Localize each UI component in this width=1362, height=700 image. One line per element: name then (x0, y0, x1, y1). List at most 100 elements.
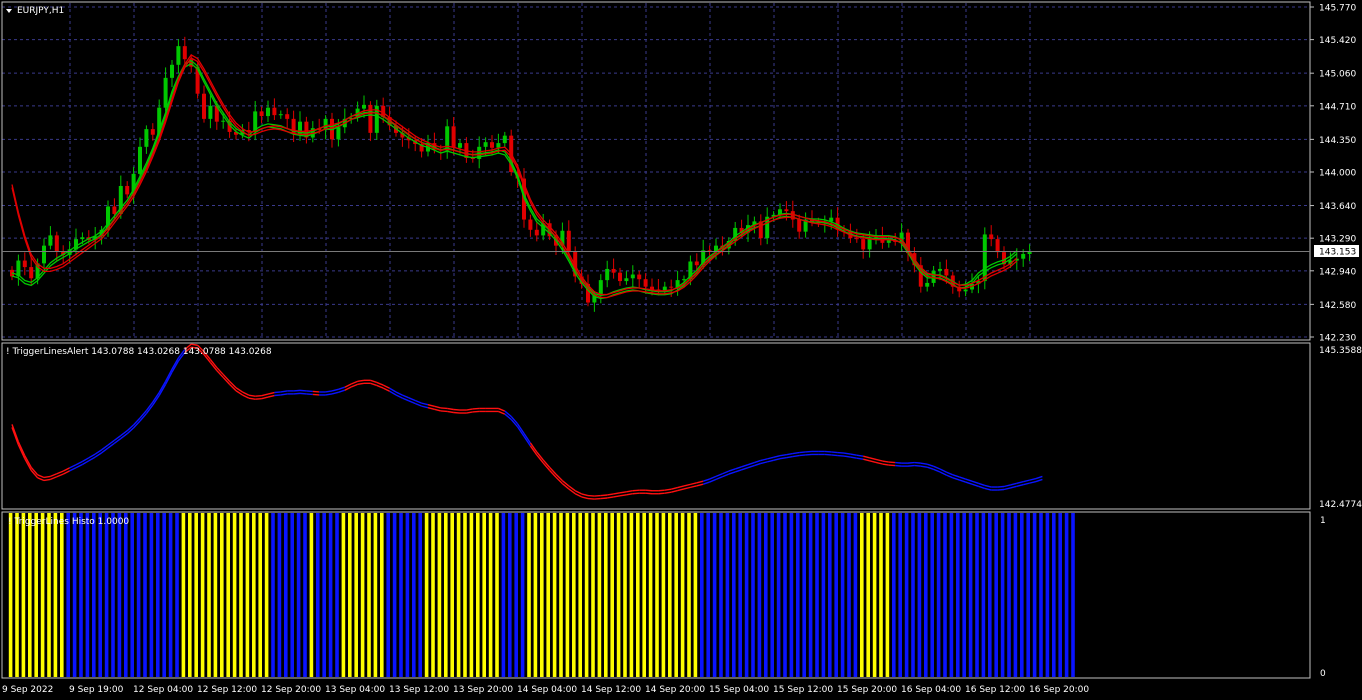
histo-bar (738, 513, 742, 677)
trigger-segment (581, 496, 589, 500)
time-tick-label: 12 Sep 04:00 (133, 685, 193, 695)
trigger-segment (1010, 485, 1017, 489)
trigger-segment (626, 490, 633, 493)
histo-bar (802, 513, 806, 677)
histo-bar (245, 513, 250, 677)
histo-bar (495, 513, 499, 677)
trigger-segment (856, 457, 864, 460)
trigger-segment (786, 455, 793, 459)
trading-chart[interactable]: 145.770 145.420 145.060 144.710 144.350 144.0… (0, 0, 1362, 700)
candle-body (528, 219, 533, 230)
histo-bar (783, 513, 787, 677)
trigger-segment (440, 407, 448, 410)
histo-bar (796, 513, 800, 677)
histo-bar (367, 513, 371, 677)
histo-bar (565, 513, 570, 677)
trigger-segment (126, 424, 135, 432)
trigger-segment (741, 467, 749, 471)
candle-body (138, 146, 142, 174)
trigger-segment (645, 489, 653, 492)
histo-bar (956, 513, 960, 677)
histo-bar (271, 513, 275, 677)
trigger-segment (37, 474, 45, 479)
histo-bar (437, 513, 442, 677)
trigger-segment (946, 471, 954, 476)
time-tick-label: 9 Sep 2022 (2, 685, 53, 695)
histo-bar (533, 513, 538, 677)
trigger-segment (997, 488, 1005, 491)
trigger-segment (1023, 482, 1030, 486)
trigger-segment (498, 410, 506, 415)
dropdown-arrow-icon[interactable] (6, 9, 12, 13)
histo-bar (616, 513, 621, 677)
histo-bar (1064, 513, 1069, 677)
trigger-segment (421, 405, 429, 409)
trigger-segment (587, 494, 595, 497)
histo-bar (936, 513, 941, 677)
histo-bar (636, 513, 640, 677)
price-tick-label: 143.640 (1319, 202, 1356, 212)
candle-body (982, 234, 987, 282)
trigger-lines (11, 343, 1043, 500)
candle-body (182, 46, 187, 60)
histo-bar (28, 513, 32, 677)
trigger-segment (978, 485, 986, 490)
histo-bar (162, 513, 166, 677)
histo-bar (322, 513, 326, 677)
ma-red-line (11, 54, 1018, 296)
time-tick-label: 13 Sep 20:00 (453, 685, 513, 695)
trigger-segment (414, 399, 422, 404)
price-tick-label: 144.000 (1319, 169, 1356, 179)
histo-bar (514, 513, 518, 677)
trigger-segment (376, 381, 384, 386)
trigger-segment (370, 382, 378, 387)
trigger-segment (274, 391, 281, 394)
histo-bar (1039, 513, 1043, 677)
histo-bar (8, 513, 13, 677)
candle-body (989, 234, 994, 240)
trigger-segment (984, 484, 992, 488)
trigger-segment (952, 474, 960, 478)
histo-bar (975, 513, 979, 677)
candle-body (490, 142, 494, 148)
candle-body (637, 274, 642, 280)
candle-body (854, 238, 859, 240)
trigger-segment (658, 489, 665, 492)
trigger-segment (331, 388, 339, 392)
histo-bar (904, 513, 909, 677)
candle-body (362, 104, 366, 109)
histo-bar (92, 513, 96, 677)
candle-body (534, 229, 539, 236)
trigger-segment (274, 394, 281, 397)
histo-bar (405, 513, 410, 677)
candle-body (451, 126, 456, 148)
candle-body (669, 286, 674, 288)
trigger-segment (255, 397, 262, 400)
trigger-segment (914, 461, 921, 464)
trigger-segment (671, 489, 678, 493)
trigger-segment (760, 458, 768, 462)
candle-body (861, 239, 866, 250)
trigger-segment (466, 408, 473, 411)
trigger-segment (965, 478, 973, 482)
time-tick-label: 16 Sep 20:00 (1029, 685, 1089, 695)
trigger-segment (875, 458, 883, 462)
trigger-segment (734, 469, 742, 473)
trigger-segment (466, 411, 473, 414)
trigger-segment (799, 454, 806, 457)
histo-bar (540, 513, 544, 677)
symbol-timeframe-label: EURJPY,H1 (17, 6, 64, 16)
trigger-segment (831, 454, 838, 457)
trigger-segment (408, 397, 416, 402)
trigger-segment (926, 463, 934, 467)
histo-bar (226, 513, 230, 677)
trigger-segment (677, 485, 685, 489)
candle-body (208, 105, 213, 119)
trigger-segment (312, 393, 320, 396)
trigger-segment (472, 407, 480, 410)
candle-body (618, 272, 622, 282)
candle-body (29, 267, 34, 279)
trigger-segment (427, 404, 435, 407)
candle-body (784, 209, 789, 212)
trigger-segment (434, 408, 441, 412)
